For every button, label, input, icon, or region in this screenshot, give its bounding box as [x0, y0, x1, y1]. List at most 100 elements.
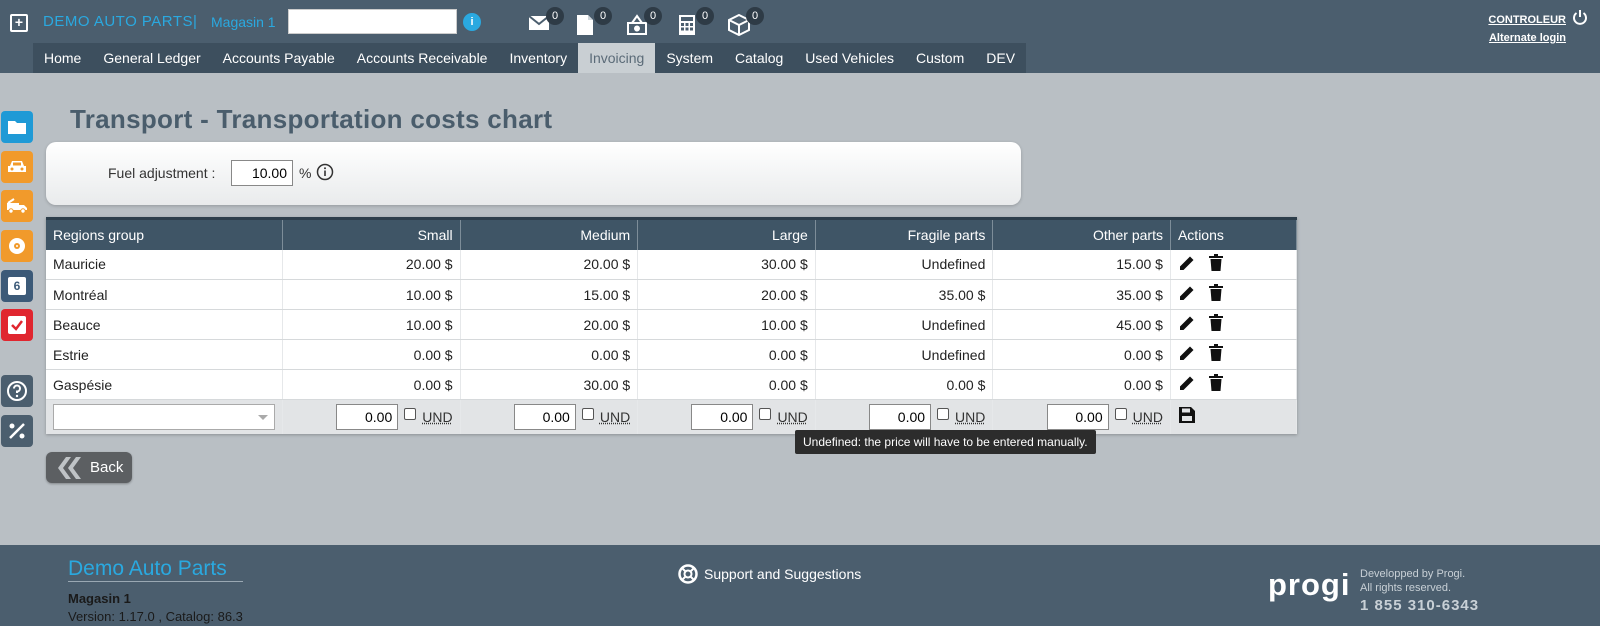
delete-icon[interactable] [1208, 314, 1224, 332]
user-name-link[interactable]: CONTROLEUR [1488, 14, 1566, 26]
nav-catalog[interactable]: Catalog [724, 43, 794, 73]
document-count-badge: 0 [594, 7, 612, 25]
info-circle-icon[interactable] [316, 163, 334, 181]
nav-accounts-payable[interactable]: Accounts Payable [212, 43, 346, 73]
cell-fragile: Undefined [815, 309, 994, 340]
sidebar-percent-button[interactable] [1, 415, 33, 447]
nav-used-vehicles[interactable]: Used Vehicles [794, 43, 905, 73]
column-header-other[interactable]: Other parts [992, 217, 1171, 250]
edit-icon[interactable] [1178, 344, 1196, 362]
quick-search-input[interactable] [288, 9, 457, 34]
edit-icon[interactable] [1178, 374, 1196, 392]
sidebar-checkbox-button[interactable] [1, 309, 33, 341]
small-price-input[interactable] [336, 403, 399, 430]
sidebar-calendar-button[interactable]: 6 [1, 270, 33, 302]
cell-fragile: Undefined [815, 339, 994, 370]
page-title: Transport - Transportation costs chart [70, 104, 553, 134]
medium-price-input[interactable] [513, 403, 576, 430]
edit-icon[interactable] [1178, 314, 1196, 332]
transport-costs-table: Regions group Small Medium Large Fragile… [46, 217, 1298, 434]
und-label: UND [599, 408, 631, 425]
power-icon[interactable] [1572, 9, 1588, 25]
footer-company-name: Demo Auto Parts [68, 557, 243, 582]
fuel-adjustment-input[interactable] [231, 160, 293, 186]
add-window-icon[interactable]: + [10, 14, 28, 32]
sidebar-help-button[interactable] [1, 375, 33, 407]
sidebar-disc-button[interactable] [1, 230, 33, 262]
table-row: Gaspésie 0.00 $ 30.00 $ 0.00 $ 0.00 $ 0.… [46, 369, 1298, 400]
footer: Demo Auto Parts Magasin 1 Version: 1.17.… [0, 545, 1600, 626]
cell-region: Gaspésie [46, 369, 283, 400]
main-nav: Home General Ledger Accounts Payable Acc… [33, 43, 1027, 73]
column-header-small[interactable]: Small [282, 217, 461, 250]
tow-truck-icon [7, 198, 27, 214]
cell-new-other: UND [992, 399, 1171, 434]
other-undefined-checkbox[interactable] [1114, 407, 1127, 420]
cell-new-large: UND [637, 399, 816, 434]
store-name[interactable]: Magasin 1 [211, 14, 276, 30]
document-icon [577, 15, 593, 35]
delete-icon[interactable] [1208, 374, 1224, 392]
edit-icon[interactable] [1178, 284, 1196, 302]
nav-dev[interactable]: DEV [975, 43, 1026, 73]
package-notification[interactable]: 0 [728, 7, 764, 38]
nav-custom[interactable]: Custom [905, 43, 975, 73]
back-label: Back [90, 459, 124, 476]
checkbox-icon [8, 316, 26, 334]
undefined-tooltip: Undefined: the price will have to be ent… [795, 430, 1096, 454]
und-label: UND [422, 408, 453, 425]
delete-icon[interactable] [1208, 253, 1224, 272]
nav-general-ledger[interactable]: General Ledger [92, 43, 211, 73]
cell-fragile: 0.00 $ [815, 369, 994, 400]
sidebar-car-button[interactable] [1, 151, 33, 183]
column-header-fragile[interactable]: Fragile parts [815, 217, 994, 250]
fragile-undefined-checkbox[interactable] [937, 407, 950, 420]
package-count-badge: 0 [746, 7, 764, 25]
info-icon[interactable]: i [463, 13, 481, 31]
nav-accounts-receivable[interactable]: Accounts Receivable [346, 43, 499, 73]
nav-system[interactable]: System [655, 43, 724, 73]
document-notification[interactable]: 0 [576, 7, 612, 38]
cell-medium: 30.00 $ [460, 369, 639, 400]
alternate-login-link[interactable]: Alternate login [1488, 32, 1566, 44]
cell-medium: 20.00 $ [460, 249, 639, 280]
disc-icon [9, 238, 25, 254]
edit-icon[interactable] [1178, 254, 1196, 272]
cell-new-actions [1170, 399, 1298, 434]
column-header-regions[interactable]: Regions group [46, 217, 283, 250]
und-label: UND [777, 408, 808, 425]
cell-small: 10.00 $ [282, 279, 461, 310]
calendar-icon: 6 [8, 277, 26, 295]
new-entry-row: UND UND UND UND UND [46, 399, 1298, 434]
nav-inventory[interactable]: Inventory [498, 43, 578, 73]
back-button[interactable]: Back [46, 452, 132, 483]
cash-notification[interactable]: 0 [626, 7, 662, 38]
region-group-select[interactable] [53, 403, 275, 430]
cell-small: 20.00 $ [282, 249, 461, 280]
company-name[interactable]: DEMO AUTO PARTS| [43, 13, 197, 30]
cell-large: 0.00 $ [637, 339, 816, 370]
table-row: Beauce 10.00 $ 20.00 $ 10.00 $ Undefined… [46, 309, 1298, 340]
other-price-input[interactable] [1046, 403, 1109, 430]
cell-new-fragile: UND [815, 399, 994, 434]
column-header-medium[interactable]: Medium [460, 217, 639, 250]
medium-undefined-checkbox[interactable] [581, 407, 594, 420]
mail-notification[interactable]: 0 [528, 7, 564, 38]
fragile-price-input[interactable] [869, 403, 932, 430]
calculator-notification[interactable]: 0 [678, 7, 714, 38]
cell-other: 35.00 $ [992, 279, 1171, 310]
delete-icon[interactable] [1208, 344, 1224, 362]
save-icon[interactable] [1178, 406, 1196, 424]
small-undefined-checkbox[interactable] [404, 407, 417, 420]
cell-other: 15.00 $ [992, 249, 1171, 280]
sidebar-tow-truck-button[interactable] [1, 190, 33, 222]
support-link[interactable]: Support and Suggestions [678, 564, 861, 584]
cell-small: 0.00 $ [282, 369, 461, 400]
large-undefined-checkbox[interactable] [759, 407, 772, 420]
sidebar-folder-button[interactable] [1, 111, 33, 143]
column-header-large[interactable]: Large [637, 217, 816, 250]
nav-invoicing[interactable]: Invoicing [578, 43, 656, 73]
delete-icon[interactable] [1208, 284, 1224, 302]
nav-home[interactable]: Home [33, 43, 92, 73]
large-price-input[interactable] [691, 403, 754, 430]
